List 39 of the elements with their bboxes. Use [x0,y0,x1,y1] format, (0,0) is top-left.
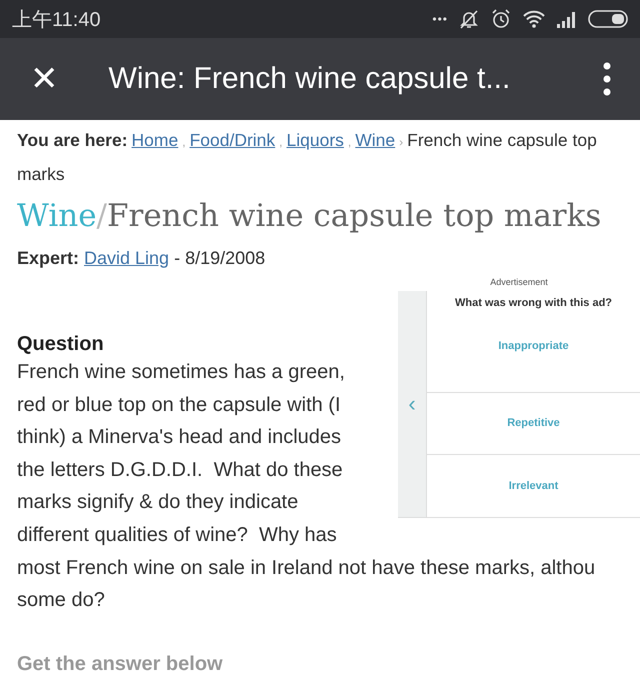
breadcrumb-link[interactable]: Liquors [286,124,344,156]
breadcrumb-separator: › [399,134,404,151]
question-text-line: French wine sometimes has a green, [17,360,345,385]
question-text-line: the letters D.G.D.D.I. What do these [17,458,343,483]
post-date: - 8/19/2008 [174,248,266,269]
question-text-line: most French wine on sale in Ireland not have these marks, althou [17,556,596,581]
page-title: Wine: French wine capsule t... [108,62,512,96]
question-text-line: marks signify & do they indicate [17,490,298,516]
answer-link[interactable]: Get the answer below [17,652,640,676]
ad-feedback-question: What was wrong with this ad? [454,296,614,309]
alarm-clock-icon [490,8,512,30]
battery-icon [588,9,630,29]
expert-link[interactable]: David Ling [84,248,170,269]
breadcrumb-label: You are here: [17,129,128,152]
muted-bell-icon [458,8,480,30]
close-button[interactable]: ✕ [24,59,64,99]
breadcrumb-link[interactable]: Home [132,124,178,156]
question-text-line: think) a Minerva's head and includes [17,425,342,450]
question-text-line: some do? [17,588,105,614]
question-text-line: red or blue top on the capsule with (I [17,392,341,418]
breadcrumb-separator: , [279,134,283,151]
breadcrumb-current: French wine capsule top [407,129,597,152]
question-text-line: different qualities of wine? Why has [17,522,337,548]
question-heading: Question [17,333,105,356]
wifi-icon [522,9,546,29]
expert-label: Expert: [17,248,80,269]
breadcrumb-link[interactable]: Wine [355,124,396,156]
more-notifications-text: ••• [432,12,448,26]
breadcrumb-separator: , [182,134,186,151]
advertisement-label: Advertisement [489,277,549,287]
category-heading: Wine [17,198,97,234]
clock-time: 上午11:40 [12,8,101,32]
menu-icon[interactable] [602,62,612,96]
heading-slash: / [96,198,107,234]
breadcrumb-link[interactable]: Food/Drink [190,124,276,156]
breadcrumb-separator: , [348,134,352,151]
breadcrumb-current: marks [17,163,65,186]
article-title: French wine capsule top marks [107,198,602,234]
signal-icon [556,10,578,28]
